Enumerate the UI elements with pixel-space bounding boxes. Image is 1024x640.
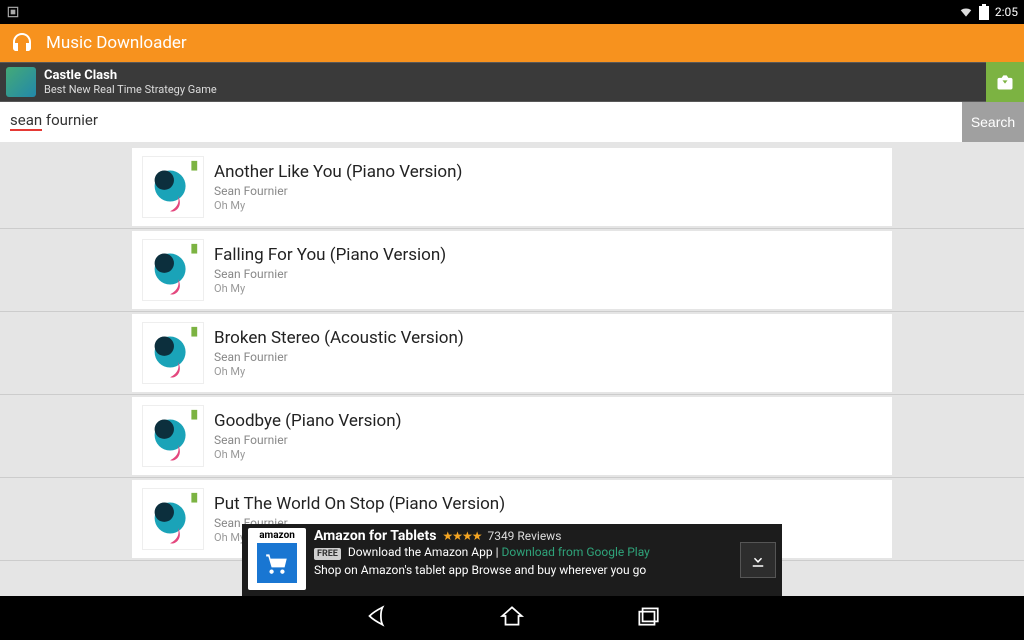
ad-store-link[interactable]: Download from Google Play [501, 545, 649, 559]
album-art [142, 322, 204, 384]
result-row: Another Like You (Piano Version) Sean Fo… [0, 148, 1024, 229]
back-button[interactable] [363, 603, 389, 633]
notification-icon [6, 5, 20, 19]
search-input[interactable]: sean fournier [0, 102, 962, 142]
status-bar: 2:05 [0, 0, 1024, 24]
album-art [142, 488, 204, 550]
promo-subtitle: Best New Real Time Strategy Game [44, 83, 217, 96]
status-time: 2:05 [995, 5, 1018, 19]
ad-title: Amazon for Tablets [314, 528, 436, 544]
app-bar: Music Downloader [0, 24, 1024, 62]
cart-icon [257, 543, 297, 583]
promo-title: Castle Clash [44, 68, 217, 83]
album-art [142, 405, 204, 467]
track-artist: Sean Fournier [214, 349, 882, 365]
track-artist: Sean Fournier [214, 432, 882, 448]
track-album: Oh My [214, 199, 882, 213]
search-button[interactable]: Search [962, 102, 1024, 142]
result-item[interactable]: Broken Stereo (Acoustic Version) Sean Fo… [132, 314, 892, 392]
home-button[interactable] [499, 603, 525, 633]
album-art [142, 239, 204, 301]
ad-line2: Download the Amazon App | [348, 545, 499, 559]
promo-banner[interactable]: Castle Clash Best New Real Time Strategy… [0, 62, 1024, 102]
ad-line3: Shop on Amazon's tablet app Browse and b… [314, 562, 732, 578]
result-row: Falling For You (Piano Version) Sean Fou… [0, 231, 1024, 312]
track-artist: Sean Fournier [214, 183, 882, 199]
result-item[interactable]: Another Like You (Piano Version) Sean Fo… [132, 148, 892, 226]
battery-icon [979, 4, 989, 20]
headphones-icon [10, 31, 34, 55]
search-row: sean fournier Search [0, 102, 1024, 142]
track-album: Oh My [214, 365, 882, 379]
track-title: Another Like You (Piano Version) [214, 161, 882, 183]
track-title: Put The World On Stop (Piano Version) [214, 493, 882, 515]
result-row: Broken Stereo (Acoustic Version) Sean Fo… [0, 314, 1024, 395]
promo-store-button[interactable] [986, 62, 1024, 102]
ad-reviews: 7349 Reviews [487, 528, 561, 544]
app-title: Music Downloader [46, 33, 187, 53]
track-artist: Sean Fournier [214, 266, 882, 282]
system-nav-bar [0, 596, 1024, 640]
track-title: Broken Stereo (Acoustic Version) [214, 327, 882, 349]
promo-thumb [6, 67, 36, 97]
recents-button[interactable] [635, 603, 661, 633]
ad-stars: ★★★★ [442, 528, 481, 544]
result-row: Goodbye (Piano Version) Sean Fournier Oh… [0, 397, 1024, 478]
result-item[interactable]: Falling For You (Piano Version) Sean Fou… [132, 231, 892, 309]
ad-download-button[interactable] [740, 542, 776, 578]
track-title: Falling For You (Piano Version) [214, 244, 882, 266]
track-title: Goodbye (Piano Version) [214, 410, 882, 432]
wifi-icon [959, 5, 973, 19]
result-item[interactable]: Goodbye (Piano Version) Sean Fournier Oh… [132, 397, 892, 475]
ad-banner[interactable]: amazon Amazon for Tablets ★★★★ 7349 Revi… [242, 524, 782, 596]
results-list: Another Like You (Piano Version) Sean Fo… [0, 142, 1024, 561]
ad-body: Amazon for Tablets ★★★★ 7349 Reviews FRE… [314, 528, 732, 578]
track-album: Oh My [214, 282, 882, 296]
ad-free-badge: FREE [314, 548, 341, 560]
ad-thumb: amazon [248, 528, 306, 590]
track-album: Oh My [214, 448, 882, 462]
album-art [142, 156, 204, 218]
